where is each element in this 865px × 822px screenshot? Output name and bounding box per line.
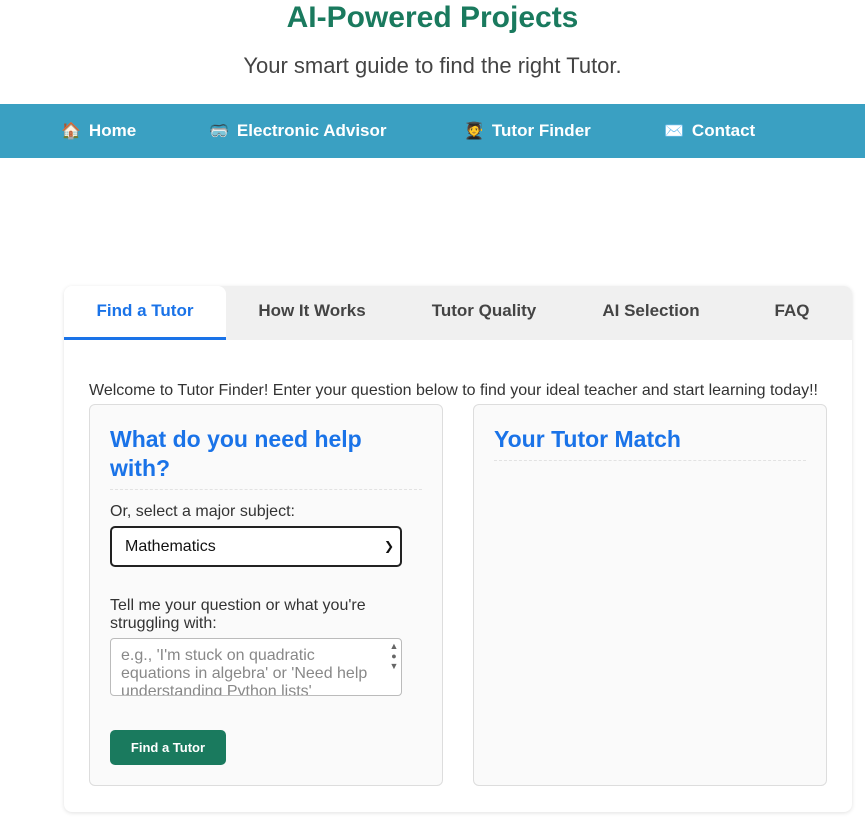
vr-goggles-icon: 🥽 <box>209 123 229 140</box>
tutor-finder-panel: Find a Tutor How It Works Tutor Quality … <box>64 286 852 812</box>
welcome-message: Welcome to Tutor Finder! Enter your ques… <box>89 382 818 399</box>
subject-select[interactable]: Mathematics ❯ <box>110 526 402 567</box>
subject-label: Or, select a major subject: <box>110 503 295 520</box>
nav-item-label: Contact <box>691 121 756 140</box>
house-icon: 🏠 <box>61 123 81 140</box>
tab-how-it-works[interactable]: How It Works <box>226 286 398 340</box>
nav-item-home[interactable]: 🏠 Home <box>61 104 136 158</box>
envelope-icon: ✉️ <box>664 123 684 140</box>
help-form-title: What do you need help with? <box>110 425 422 490</box>
site-header: AI-Powered Projects Your smart guide to … <box>0 0 865 104</box>
tutor-match-card: Your Tutor Match <box>473 404 827 786</box>
scroll-thumb-icon[interactable]: ● <box>389 651 399 661</box>
find-a-tutor-button[interactable]: Find a Tutor <box>110 730 226 765</box>
main-navbar: 🏠 Home 🥽 Electronic Advisor 🧑‍🎓 Tutor Finde… <box>0 104 865 158</box>
textarea-scrollbar[interactable]: ▲ ● ▼ <box>389 641 399 693</box>
nav-item-label: Home <box>88 121 137 140</box>
site-title: AI-Powered Projects <box>286 1 579 34</box>
subject-selected-value: Mathematics <box>125 538 216 555</box>
nav-item-label: Electronic Advisor <box>236 121 387 140</box>
tutor-match-title: Your Tutor Match <box>494 425 806 461</box>
tab-bar: Find a Tutor How It Works Tutor Quality … <box>64 286 852 340</box>
question-placeholder: e.g., 'I'm stuck on quadratic equations … <box>121 647 368 696</box>
chevron-down-icon: ❯ <box>383 539 394 553</box>
nav-item-tutor-finder[interactable]: 🧑‍🎓 Tutor Finder <box>464 104 591 158</box>
question-label: Tell me your question or what you're str… <box>110 597 366 632</box>
tab-tutor-quality[interactable]: Tutor Quality <box>398 286 570 340</box>
scroll-down-arrow-icon[interactable]: ▼ <box>389 661 399 671</box>
nav-item-contact[interactable]: ✉️ Contact <box>664 104 755 158</box>
scroll-up-arrow-icon[interactable]: ▲ <box>389 641 399 651</box>
tab-faq[interactable]: FAQ <box>732 286 852 340</box>
tab-find-a-tutor[interactable]: Find a Tutor <box>64 286 226 340</box>
tab-ai-selection[interactable]: AI Selection <box>570 286 732 340</box>
site-subtitle: Your smart guide to find the right Tutor… <box>243 53 622 78</box>
student-icon: 🧑‍🎓 <box>464 123 484 140</box>
nav-item-label: Tutor Finder <box>491 121 591 140</box>
help-form-card: What do you need help with? Or, select a… <box>89 404 443 786</box>
question-textarea[interactable]: e.g., 'I'm stuck on quadratic equations … <box>110 638 402 696</box>
nav-item-electronic-advisor[interactable]: 🥽 Electronic Advisor <box>209 104 387 158</box>
